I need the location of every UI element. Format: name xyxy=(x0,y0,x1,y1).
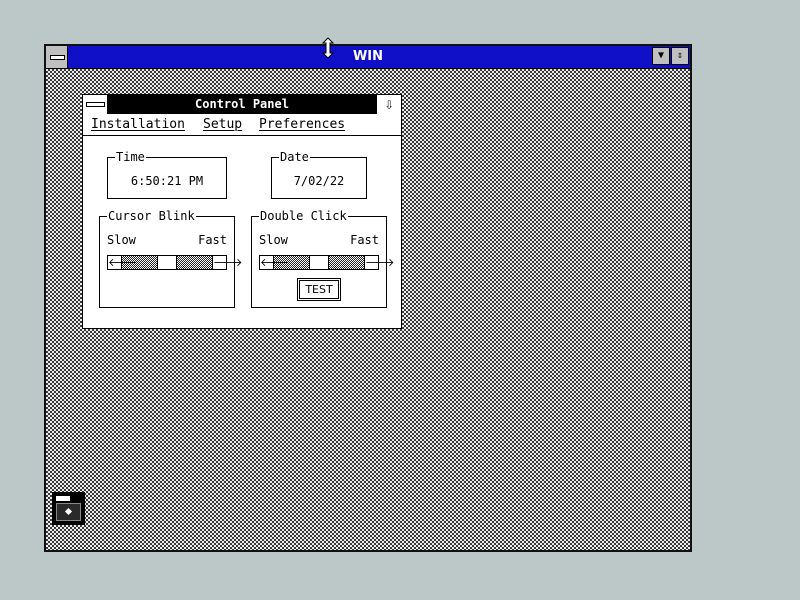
win-minimize-button[interactable]: ▼ xyxy=(652,47,670,65)
win-titlebar[interactable]: WIN ▼ ⇕ xyxy=(46,46,690,69)
control-panel-title: Control Panel xyxy=(195,97,289,111)
date-group[interactable]: Date 7/02/22 xyxy=(271,149,367,199)
menu-preferences[interactable]: Preferences xyxy=(259,117,345,132)
floppy-disk-icon[interactable] xyxy=(52,492,85,525)
win-maximize-button[interactable]: ⇕ xyxy=(671,47,689,65)
win-title: WIN xyxy=(352,49,384,64)
scroll-right-arrow-icon[interactable]: 🡒 xyxy=(212,256,243,269)
time-group[interactable]: Time 6:50:21 PM xyxy=(107,149,227,199)
control-panel-system-menu-button[interactable] xyxy=(83,95,108,114)
double-click-scroll-thumb[interactable] xyxy=(309,256,329,269)
control-panel-titlebar[interactable]: Control Panel ⇩ xyxy=(83,95,401,114)
cursor-blink-slow-label: Slow xyxy=(107,233,136,247)
floppy-body xyxy=(56,503,81,521)
double-click-fast-label: Fast xyxy=(350,233,379,247)
arrow-down-icon: ⇩ xyxy=(384,95,394,113)
cursor-blink-scroll-thumb[interactable] xyxy=(157,256,177,269)
time-label: Time xyxy=(115,149,146,165)
scroll-left-arrow-icon[interactable]: 🡐 xyxy=(260,256,290,269)
floppy-hub xyxy=(64,507,73,516)
cursor-blink-label: Cursor Blink xyxy=(107,208,196,224)
scroll-right-arrow-icon[interactable]: 🡒 xyxy=(364,256,395,269)
menu-installation[interactable]: Installation xyxy=(91,117,185,132)
test-button[interactable]: TEST xyxy=(297,278,341,301)
menu-setup[interactable]: Setup xyxy=(203,117,242,132)
vertical-resize-cursor-icon xyxy=(321,37,335,59)
cursor-blink-scrollbar[interactable]: 🡐 🡒 xyxy=(107,255,243,270)
double-click-group: Double Click Slow Fast 🡐 🡒 TEST xyxy=(251,208,395,308)
control-panel-minimize-button[interactable]: ⇩ xyxy=(376,95,401,114)
up-down-arrows-icon: ⇕ xyxy=(676,50,684,61)
time-value[interactable]: 6:50:21 PM xyxy=(108,174,226,188)
date-value[interactable]: 7/02/22 xyxy=(272,174,366,188)
cursor-blink-group: Cursor Blink Slow Fast 🡐 🡒 xyxy=(99,208,243,308)
control-panel-menubar: Installation Setup Preferences xyxy=(83,115,401,136)
floppy-label-area xyxy=(56,496,70,501)
scroll-left-arrow-icon[interactable]: 🡐 xyxy=(108,256,138,269)
double-click-scrollbar[interactable]: 🡐 🡒 xyxy=(259,255,395,270)
control-panel-window: Control Panel ⇩ Installation Setup Prefe… xyxy=(82,94,402,329)
double-click-slow-label: Slow xyxy=(259,233,288,247)
triangle-down-icon: ▼ xyxy=(657,50,665,61)
cursor-blink-fast-label: Fast xyxy=(198,233,227,247)
double-click-label: Double Click xyxy=(259,208,348,224)
system-menu-bar-icon xyxy=(86,102,105,107)
desktop: WIN ▼ ⇕ Control Panel ⇩ Installation Set… xyxy=(0,0,800,600)
date-label: Date xyxy=(279,149,310,165)
